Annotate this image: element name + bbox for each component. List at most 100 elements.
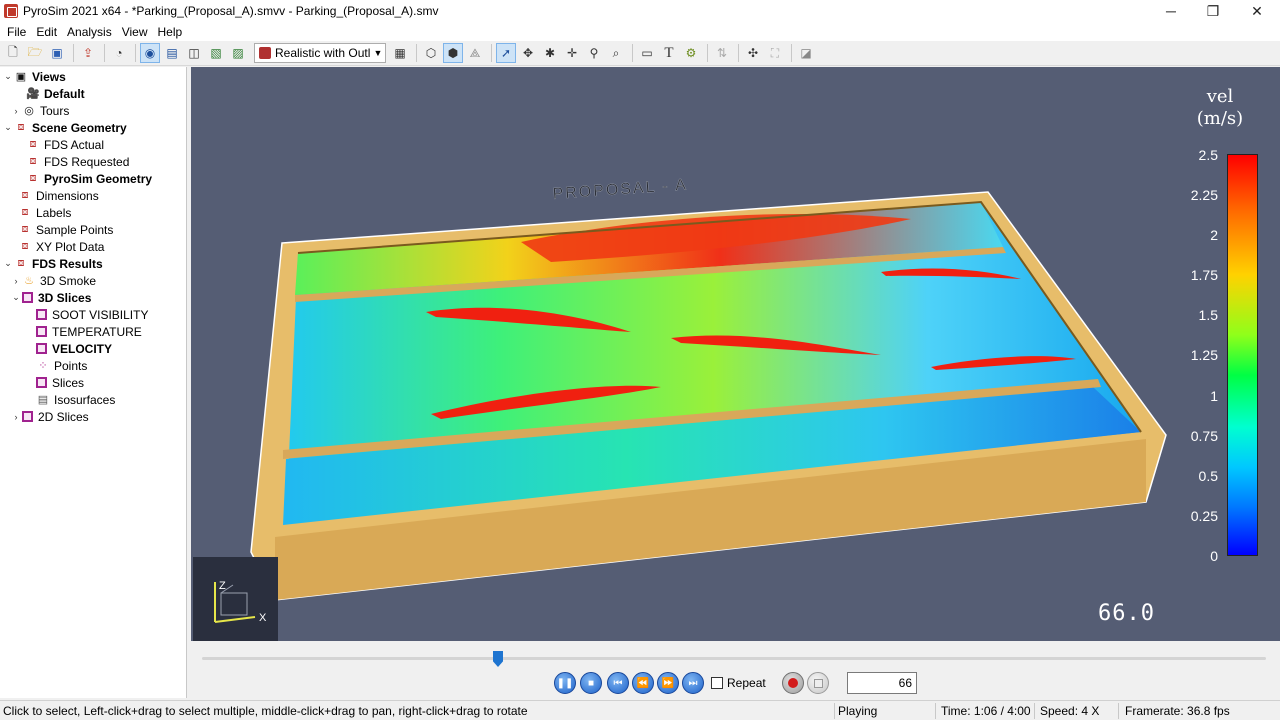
tree-item-fds-actual[interactable]: ⧈ FDS Actual: [26, 136, 105, 153]
text-tool-icon[interactable]: T: [659, 43, 679, 63]
tree-item-3d-slices[interactable]: ⌄ 3D Slices: [10, 289, 91, 306]
restore-button[interactable]: ❐: [1190, 0, 1236, 22]
render-mode-select[interactable]: Realistic with Outl ▼: [254, 43, 386, 63]
orbit-icon[interactable]: ✥: [518, 43, 538, 63]
zoom-icon[interactable]: ⚲: [584, 43, 604, 63]
align-icon[interactable]: ⇅: [712, 43, 732, 63]
save-icon[interactable]: ▣: [47, 43, 67, 63]
stop-button[interactable]: ■: [580, 672, 602, 694]
menu-view[interactable]: View: [117, 25, 153, 39]
menu-analysis[interactable]: Analysis: [62, 25, 117, 39]
tree-item-label: Isosurfaces: [54, 392, 116, 407]
timer-icon[interactable]: ◔: [109, 43, 129, 63]
view-top-icon[interactable]: ▤: [162, 43, 182, 63]
tree-item-xy-plot-data[interactable]: ⧈ XY Plot Data: [18, 238, 105, 255]
move-icon[interactable]: ✣: [743, 43, 763, 63]
geometry-icon: ⧈: [17, 121, 25, 133]
skip-to-end-button[interactable]: ⏭: [682, 672, 704, 694]
chevron-down-icon[interactable]: ⌄: [2, 258, 14, 269]
step-back-button[interactable]: ⏪: [632, 672, 654, 694]
toolbar-separator: [135, 44, 136, 62]
skip-to-start-button[interactable]: ⏮: [607, 672, 629, 694]
tree-item-fds-results[interactable]: ⌄ ⧈ FDS Results: [2, 255, 102, 272]
chevron-right-icon[interactable]: ›: [10, 106, 22, 116]
minimize-button[interactable]: ─: [1148, 0, 1194, 22]
legend-title: vel (m/s): [1180, 86, 1260, 130]
chevron-down-icon[interactable]: ⌄: [2, 122, 14, 133]
tree-item-default[interactable]: 🎥 Default: [26, 85, 85, 102]
slice-icon: [36, 309, 47, 320]
zoom-extents-icon[interactable]: ⌕: [606, 43, 626, 63]
3d-viewport[interactable]: PROPOSAL - A: [191, 67, 1280, 641]
repeat-checkbox[interactable]: [711, 677, 723, 689]
color-scale-bar: [1227, 154, 1258, 556]
tree-item-2d-slices[interactable]: › 2D Slices: [10, 408, 89, 425]
menu-help[interactable]: Help: [153, 25, 188, 39]
tree-item-soot-visibility[interactable]: SOOT VISIBILITY: [36, 306, 148, 323]
status-separator: [1118, 703, 1119, 719]
tree-item-3d-smoke[interactable]: › ♨ 3D Smoke: [10, 272, 97, 289]
view-front-icon[interactable]: ◫: [184, 43, 204, 63]
view-side-icon[interactable]: ▧: [206, 43, 226, 63]
menu-edit[interactable]: Edit: [31, 25, 62, 39]
tree-item-label: 3D Smoke: [40, 273, 97, 288]
toolbar-separator: [632, 44, 633, 62]
tree-item-label: 2D Slices: [38, 409, 89, 424]
timeline-track[interactable]: [202, 657, 1266, 660]
tree-item-tours[interactable]: › ◎ Tours: [10, 102, 70, 119]
tree-item-scene-geometry[interactable]: ⌄ ⧈ Scene Geometry: [2, 119, 127, 136]
tree-item-temperature[interactable]: TEMPERATURE: [36, 323, 142, 340]
smoke-icon: ♨: [24, 275, 34, 287]
model-label: PROPOSAL - A: [552, 177, 688, 203]
tree-item-pyrosim-geometry[interactable]: ⧈ PyroSim Geometry: [26, 170, 153, 187]
walk-icon[interactable]: ✱: [540, 43, 560, 63]
tree-item-sample-points[interactable]: ⧈ Sample Points: [18, 221, 114, 238]
status-separator: [935, 703, 936, 719]
outline-box-icon[interactable]: ⬢: [443, 43, 463, 63]
repeat-toggle[interactable]: Repeat: [711, 676, 766, 690]
tree-item-label: SOOT VISIBILITY: [52, 307, 149, 322]
repeat-label: Repeat: [727, 676, 766, 690]
tree-item-slices[interactable]: Slices: [36, 374, 84, 391]
chevron-down-icon[interactable]: ⌄: [10, 292, 22, 303]
close-button[interactable]: ✕: [1234, 0, 1280, 22]
tree-item-labels[interactable]: ⧈ Labels: [18, 204, 72, 221]
camera-icon[interactable]: ◪: [796, 43, 816, 63]
tree-item-velocity[interactable]: VELOCITY: [36, 340, 112, 357]
view-reset-icon[interactable]: ◉: [140, 43, 160, 63]
tree-item-dimensions[interactable]: ⧈ Dimensions: [18, 187, 99, 204]
tree-item-label: Default: [44, 86, 85, 101]
stop-record-button[interactable]: [807, 672, 829, 694]
geometry-icon: ⧈: [29, 138, 37, 150]
bounding-box-icon[interactable]: ⛶: [765, 43, 785, 63]
frame-number-input[interactable]: 66: [847, 672, 917, 694]
pan-icon[interactable]: ✛: [562, 43, 582, 63]
status-framerate: Framerate: 36.8 fps: [1125, 704, 1230, 718]
settings-gear-icon[interactable]: ⚙: [681, 43, 701, 63]
wireframe-icon[interactable]: ⟁: [465, 43, 485, 63]
export-icon[interactable]: ⇪: [78, 43, 98, 63]
menu-file[interactable]: File: [2, 25, 31, 39]
tree-item-views[interactable]: ⌄ ▣ Views: [2, 68, 66, 85]
tree-item-fds-requested[interactable]: ⧈ FDS Requested: [26, 153, 130, 170]
tree-item-label: Scene Geometry: [32, 120, 127, 135]
geometry-icon: ⧈: [29, 172, 37, 184]
view-back-icon[interactable]: ▨: [228, 43, 248, 63]
pause-button[interactable]: ❚❚: [554, 672, 576, 694]
toolbar-separator: [491, 44, 492, 62]
toolbar-separator: [416, 44, 417, 62]
tree-item-isosurfaces[interactable]: ▤ Isosurfaces: [36, 391, 116, 408]
open-folder-icon[interactable]: 🗁: [25, 43, 45, 63]
tree-item-points[interactable]: ⁘ Points: [36, 357, 87, 374]
chevron-right-icon[interactable]: ›: [10, 412, 22, 422]
chevron-down-icon[interactable]: ⌄: [2, 71, 14, 82]
measure-icon[interactable]: ▭: [637, 43, 657, 63]
legend-tick: 0: [1210, 548, 1218, 564]
select-pointer-icon[interactable]: ➚: [496, 43, 516, 63]
record-button[interactable]: [782, 672, 804, 694]
solid-box-icon[interactable]: ⬡: [421, 43, 441, 63]
chevron-right-icon[interactable]: ›: [10, 276, 22, 286]
new-file-icon[interactable]: 🗋: [3, 43, 23, 63]
grid-icon[interactable]: ▦: [390, 43, 410, 63]
step-forward-button[interactable]: ⏩: [657, 672, 679, 694]
